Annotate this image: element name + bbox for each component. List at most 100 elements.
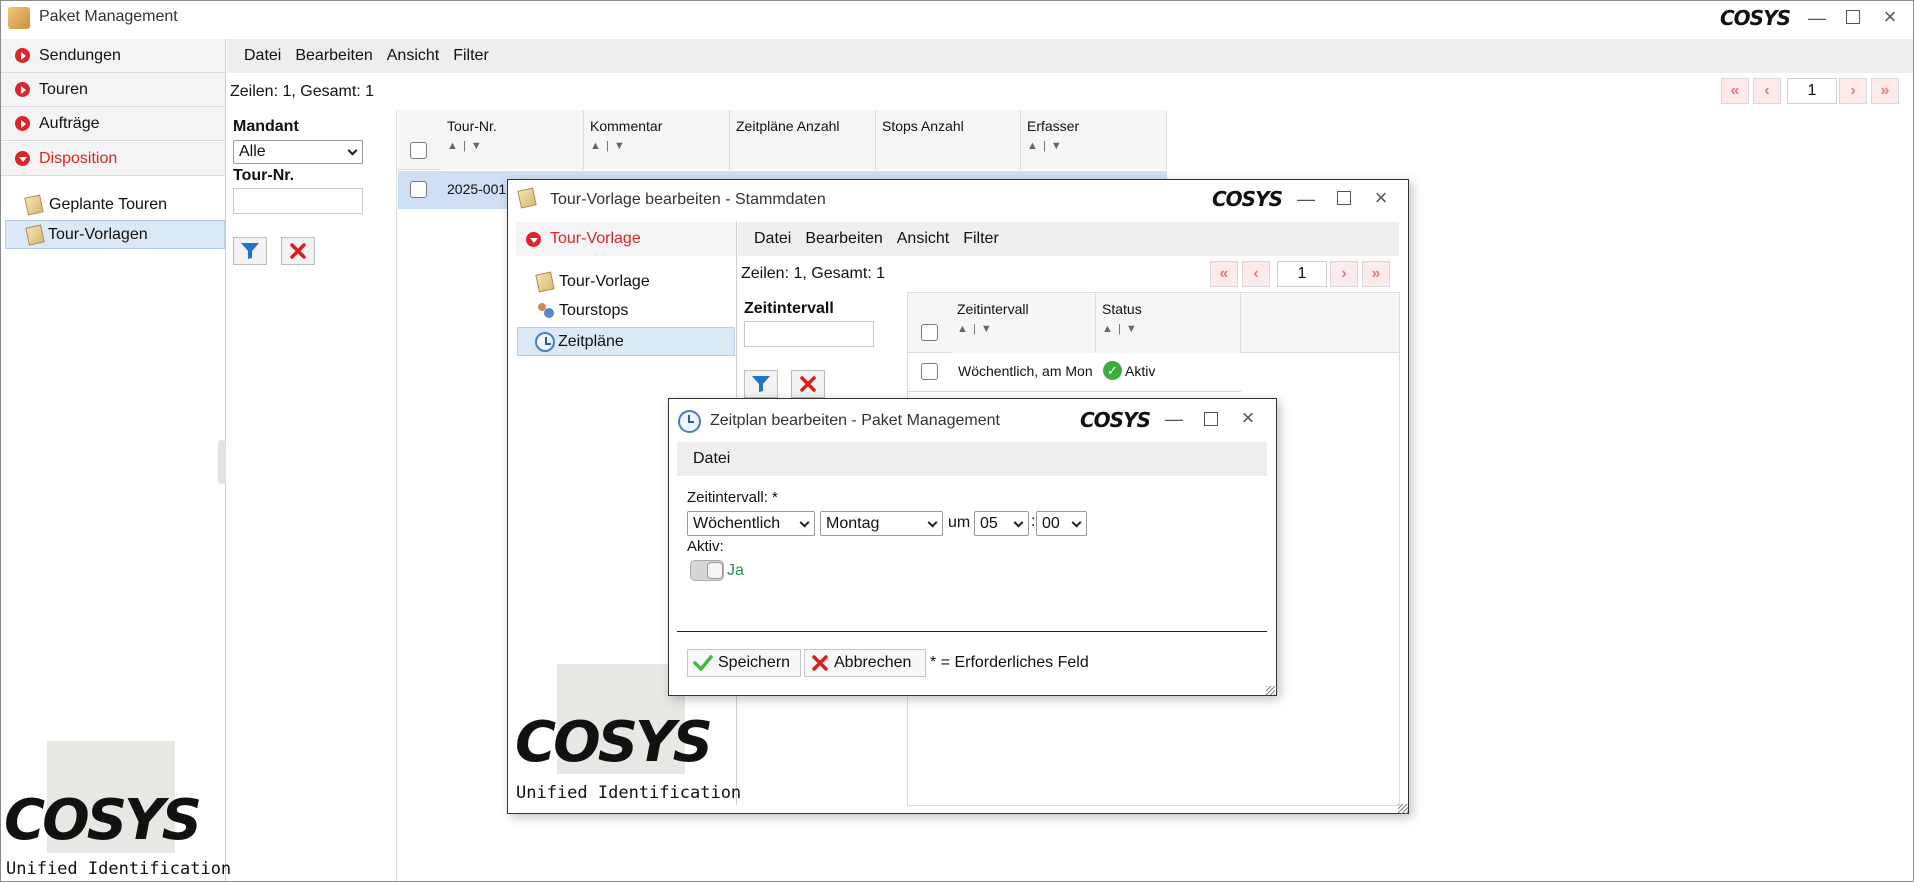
checkmark-icon <box>693 655 713 671</box>
zeitplan-dialog-close-icon[interactable]: × <box>1238 405 1258 430</box>
apply-filter-button[interactable] <box>233 237 267 265</box>
save-button-label: Speichern <box>718 654 791 671</box>
day-select-value: Montag <box>826 514 880 532</box>
sidebar-logo: COSYS <box>4 788 202 853</box>
sidebar-logo-subtitle: Unified Identification <box>6 859 232 879</box>
zeitplan-dialog-maximize-icon[interactable] <box>1201 409 1221 429</box>
minute-select[interactable]: 00 <box>1036 511 1087 536</box>
sort-icon[interactable]: ▲ | ▼ <box>590 140 729 152</box>
maximize-icon[interactable] <box>1843 7 1863 27</box>
sort-icon[interactable]: ▲ | ▼ <box>1027 140 1166 152</box>
col-header-erfasser[interactable]: Erfasser ▲ | ▼ <box>1021 110 1167 170</box>
tour-dialog-apply-filter-button[interactable] <box>744 370 778 398</box>
zeitintervall-filter-input[interactable] <box>744 321 874 347</box>
filter-icon <box>241 243 259 259</box>
tour-dialog-close-icon[interactable]: × <box>1371 185 1391 210</box>
zeitplan-dialog-title: Zeitplan bearbeiten - Paket Management <box>710 412 1000 429</box>
time-colon: : <box>1031 513 1036 530</box>
row-checkbox[interactable] <box>410 181 427 198</box>
menu-datei[interactable]: Datei <box>244 47 281 65</box>
menu-datei[interactable]: Datei <box>754 230 791 248</box>
tour-dialog-first-page-button[interactable]: « <box>1210 261 1238 287</box>
close-icon[interactable]: × <box>1880 4 1900 29</box>
cell-zeitintervall: Wöchentlich, am Mon <box>958 363 1093 379</box>
tour-dialog-page-input[interactable]: 1 <box>1277 261 1327 287</box>
tour-dialog-title: Tour-Vorlage bearbeiten - Stammdaten <box>550 191 826 208</box>
col-header-zeitintervall[interactable]: Zeitintervall ▲ | ▼ <box>951 293 1096 353</box>
template-icon <box>517 187 537 209</box>
sidebar-item-disposition[interactable]: Disposition <box>1 142 225 176</box>
day-select[interactable]: Montag <box>820 511 943 536</box>
cancel-button[interactable]: Abbrechen <box>804 649 926 677</box>
tour-dialog-next-page-button[interactable]: › <box>1330 261 1358 287</box>
tour-nr-input[interactable] <box>233 188 363 214</box>
col-header-kommentar[interactable]: Kommentar ▲ | ▼ <box>584 110 730 170</box>
tour-dialog-nav-item-zeitplaene[interactable]: Zeitpläne <box>517 327 735 356</box>
tour-dialog-prev-page-button[interactable]: ‹ <box>1242 261 1270 287</box>
tour-dialog-nav-label: Zeitpläne <box>558 332 624 350</box>
tour-dialog-nav-item-tour-vorlage[interactable]: Tour-Vorlage <box>517 268 735 296</box>
tour-dialog-resize-grip[interactable] <box>1398 804 1408 814</box>
save-button[interactable]: Speichern <box>687 649 801 677</box>
menu-bearbeiten[interactable]: Bearbeiten <box>805 230 882 248</box>
chevron-down-icon <box>1013 517 1024 528</box>
page-number-input[interactable]: 1 <box>1787 78 1837 104</box>
col-header-tour-nr[interactable]: Tour-Nr. ▲ | ▼ <box>441 110 584 170</box>
col-header-zeitplaene-anzahl[interactable]: Zeitpläne Anzahl <box>730 110 876 170</box>
sidebar-item-touren[interactable]: Touren <box>1 73 225 107</box>
toggle-knob <box>707 562 723 579</box>
filter-panel <box>227 110 397 881</box>
sidebar-item-label: Aufträge <box>39 114 100 132</box>
tour-dialog-logo: COSYS <box>1212 187 1283 211</box>
sidebar-subitem-label: Tour-Vorlagen <box>48 225 148 243</box>
next-page-button[interactable]: › <box>1839 78 1867 104</box>
tour-dialog-nav-item-tourstops[interactable]: Tourstops <box>517 297 735 325</box>
select-all-checkbox[interactable] <box>410 142 427 159</box>
sidebar-item-auftraege[interactable]: Aufträge <box>1 107 225 141</box>
tour-dialog-maximize-icon[interactable] <box>1334 188 1354 208</box>
sort-icon[interactable]: ▲ | ▼ <box>447 140 583 152</box>
tour-dialog-nav-header[interactable]: Tour-Vorlage <box>516 222 736 256</box>
prev-page-button[interactable]: ‹ <box>1753 78 1781 104</box>
tour-dialog-minimize-icon[interactable]: — <box>1296 189 1316 209</box>
menu-filter[interactable]: Filter <box>453 47 489 65</box>
mandant-label: Mandant <box>233 118 299 135</box>
minimize-icon[interactable]: — <box>1807 8 1827 28</box>
sidebar-subitem-label: Geplante Touren <box>49 196 168 213</box>
hour-select[interactable]: 05 <box>974 511 1029 536</box>
last-page-button[interactable]: » <box>1871 78 1899 104</box>
zeitplan-dialog-minimize-icon[interactable]: — <box>1164 409 1184 429</box>
cancel-button-label: Abbrechen <box>834 654 912 671</box>
col-header-status[interactable]: Status ▲ | ▼ <box>1096 293 1241 353</box>
first-page-button[interactable]: « <box>1721 78 1749 104</box>
menu-ansicht[interactable]: Ansicht <box>387 47 439 65</box>
clear-filter-button[interactable] <box>281 237 315 265</box>
sort-icon[interactable]: ▲ | ▼ <box>1102 323 1240 335</box>
tour-dialog-last-page-button[interactable]: » <box>1362 261 1390 287</box>
col-header-label: Erfasser <box>1027 118 1080 134</box>
interval-select[interactable]: Wöchentlich <box>687 511 815 536</box>
arrow-down-icon <box>526 231 541 247</box>
sort-icon[interactable]: ▲ | ▼ <box>957 323 1095 335</box>
sidebar-collapse-handle[interactable] <box>218 440 226 484</box>
sidebar-subitem-geplante-touren[interactable]: Geplante Touren <box>5 191 225 219</box>
col-header-label: Zeitintervall <box>957 301 1029 317</box>
sidebar-subitem-tour-vorlagen[interactable]: Tour-Vorlagen <box>5 220 225 249</box>
tour-dialog-clear-filter-button[interactable] <box>791 370 825 398</box>
col-header-stops-anzahl[interactable]: Stops Anzahl <box>876 110 1021 170</box>
tour-dialog-nav-header-label: Tour-Vorlage <box>550 230 641 247</box>
chevron-down-icon <box>799 517 810 528</box>
sidebar-item-sendungen[interactable]: Sendungen <box>1 39 225 73</box>
tour-dialog-select-all-checkbox[interactable] <box>921 324 938 341</box>
clear-icon <box>800 376 816 392</box>
row-checkbox[interactable] <box>921 363 938 380</box>
filter-icon <box>752 376 770 392</box>
menu-ansicht[interactable]: Ansicht <box>897 230 949 248</box>
cell-tour-nr: 2025-001 <box>447 181 507 197</box>
menu-bearbeiten[interactable]: Bearbeiten <box>295 47 372 65</box>
menu-filter[interactable]: Filter <box>963 230 999 248</box>
menu-datei[interactable]: Datei <box>693 450 730 468</box>
mandant-select[interactable]: Alle <box>233 140 363 164</box>
zeitplan-dialog-resize-grip[interactable] <box>1266 686 1275 695</box>
active-toggle[interactable] <box>690 560 724 581</box>
